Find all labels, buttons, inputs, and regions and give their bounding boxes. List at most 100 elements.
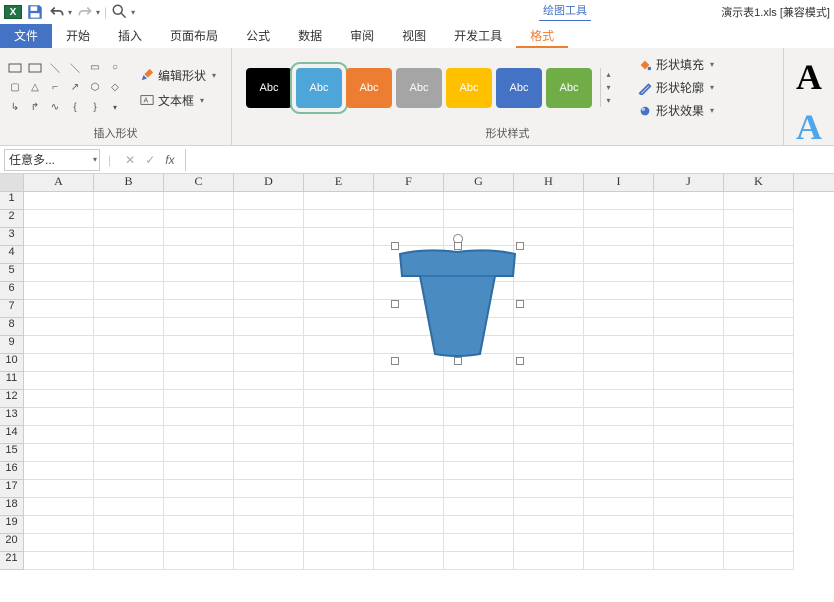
style-swatch-5[interactable]: Abc: [496, 68, 542, 108]
cell[interactable]: [584, 210, 654, 228]
column-header[interactable]: A: [24, 174, 94, 191]
shape-tri-icon[interactable]: △: [26, 79, 44, 97]
handle-nw[interactable]: [391, 242, 399, 250]
cell[interactable]: [24, 318, 94, 336]
handle-sw[interactable]: [391, 357, 399, 365]
row-header[interactable]: 10: [0, 354, 24, 372]
cell[interactable]: [304, 246, 374, 264]
cell[interactable]: [304, 390, 374, 408]
cell[interactable]: [654, 552, 724, 570]
cell[interactable]: [94, 228, 164, 246]
cell[interactable]: [374, 372, 444, 390]
cell[interactable]: [584, 264, 654, 282]
cell[interactable]: [24, 426, 94, 444]
cell[interactable]: [514, 498, 584, 516]
cell[interactable]: [94, 210, 164, 228]
cell[interactable]: [304, 336, 374, 354]
cell[interactable]: [164, 192, 234, 210]
cell[interactable]: [654, 228, 724, 246]
column-header[interactable]: J: [654, 174, 724, 191]
shape-rect3-icon[interactable]: ▭: [86, 59, 104, 77]
handle-e[interactable]: [516, 300, 524, 308]
cell[interactable]: [94, 336, 164, 354]
style-swatch-0[interactable]: Abc: [246, 68, 292, 108]
cell[interactable]: [304, 426, 374, 444]
cell[interactable]: [724, 534, 794, 552]
cell[interactable]: [584, 534, 654, 552]
shape-curve-icon[interactable]: ∿: [46, 99, 64, 117]
cell[interactable]: [514, 282, 584, 300]
cell[interactable]: [304, 552, 374, 570]
cell[interactable]: [164, 408, 234, 426]
tab-file[interactable]: 文件: [0, 23, 52, 48]
cell[interactable]: [514, 390, 584, 408]
cell[interactable]: [24, 534, 94, 552]
zoom-icon[interactable]: [111, 3, 129, 21]
row-header[interactable]: 6: [0, 282, 24, 300]
cell[interactable]: [654, 444, 724, 462]
select-all-corner[interactable]: [0, 174, 24, 191]
cell[interactable]: [584, 300, 654, 318]
shape-rect2-icon[interactable]: [26, 59, 44, 77]
tab-insert[interactable]: 插入: [104, 23, 156, 48]
cell[interactable]: [584, 408, 654, 426]
handle-s[interactable]: [454, 357, 462, 365]
confirm-formula-icon[interactable]: ✓: [145, 153, 155, 167]
cell[interactable]: [94, 426, 164, 444]
cell[interactable]: [24, 498, 94, 516]
row-header[interactable]: 9: [0, 336, 24, 354]
cell[interactable]: [304, 210, 374, 228]
cell[interactable]: [164, 246, 234, 264]
context-tab-drawing-tools[interactable]: 绘图工具: [539, 0, 591, 21]
cell[interactable]: [164, 426, 234, 444]
cell[interactable]: [724, 426, 794, 444]
cell[interactable]: [374, 228, 444, 246]
cell[interactable]: [164, 444, 234, 462]
row-header[interactable]: 2: [0, 210, 24, 228]
tab-review[interactable]: 审阅: [336, 23, 388, 48]
row-header[interactable]: 16: [0, 462, 24, 480]
row-header[interactable]: 4: [0, 246, 24, 264]
cell[interactable]: [234, 516, 304, 534]
edit-shape-button[interactable]: 编辑形状 ▾: [136, 65, 220, 86]
shape-outline-button[interactable]: 形状轮廓 ▾: [634, 78, 718, 97]
cell[interactable]: [654, 372, 724, 390]
cell[interactable]: [444, 192, 514, 210]
cell[interactable]: [24, 354, 94, 372]
undo-icon[interactable]: [48, 3, 66, 21]
cell[interactable]: [304, 300, 374, 318]
cell[interactable]: [164, 516, 234, 534]
cell[interactable]: [94, 390, 164, 408]
tab-layout[interactable]: 页面布局: [156, 23, 232, 48]
cell[interactable]: [514, 408, 584, 426]
cell[interactable]: [724, 480, 794, 498]
cell[interactable]: [654, 264, 724, 282]
cell[interactable]: [164, 480, 234, 498]
cell[interactable]: [24, 516, 94, 534]
cell[interactable]: [374, 480, 444, 498]
cell[interactable]: [164, 300, 234, 318]
shapes-gallery[interactable]: ＼ ＼ ▭ ○ ▢ △ ⌐ ↗ ⬡ ◇ ↳ ↱ ∿ { } ▾: [6, 59, 124, 117]
cell[interactable]: [24, 228, 94, 246]
cell[interactable]: [654, 354, 724, 372]
cell[interactable]: [24, 264, 94, 282]
redo-dropdown-icon[interactable]: ▾: [96, 8, 100, 17]
tab-data[interactable]: 数据: [284, 23, 336, 48]
cell[interactable]: [234, 552, 304, 570]
cell[interactable]: [444, 408, 514, 426]
cell[interactable]: [94, 444, 164, 462]
shape-diamond-icon[interactable]: ◇: [106, 79, 124, 97]
cell[interactable]: [444, 444, 514, 462]
cell[interactable]: [94, 516, 164, 534]
cell[interactable]: [234, 408, 304, 426]
cell[interactable]: [584, 462, 654, 480]
undo-dropdown-icon[interactable]: ▾: [68, 8, 72, 17]
cell[interactable]: [654, 282, 724, 300]
cell[interactable]: [24, 282, 94, 300]
handle-w[interactable]: [391, 300, 399, 308]
cell[interactable]: [514, 228, 584, 246]
cell[interactable]: [234, 210, 304, 228]
cell[interactable]: [514, 318, 584, 336]
column-header[interactable]: F: [374, 174, 444, 191]
cell[interactable]: [94, 318, 164, 336]
